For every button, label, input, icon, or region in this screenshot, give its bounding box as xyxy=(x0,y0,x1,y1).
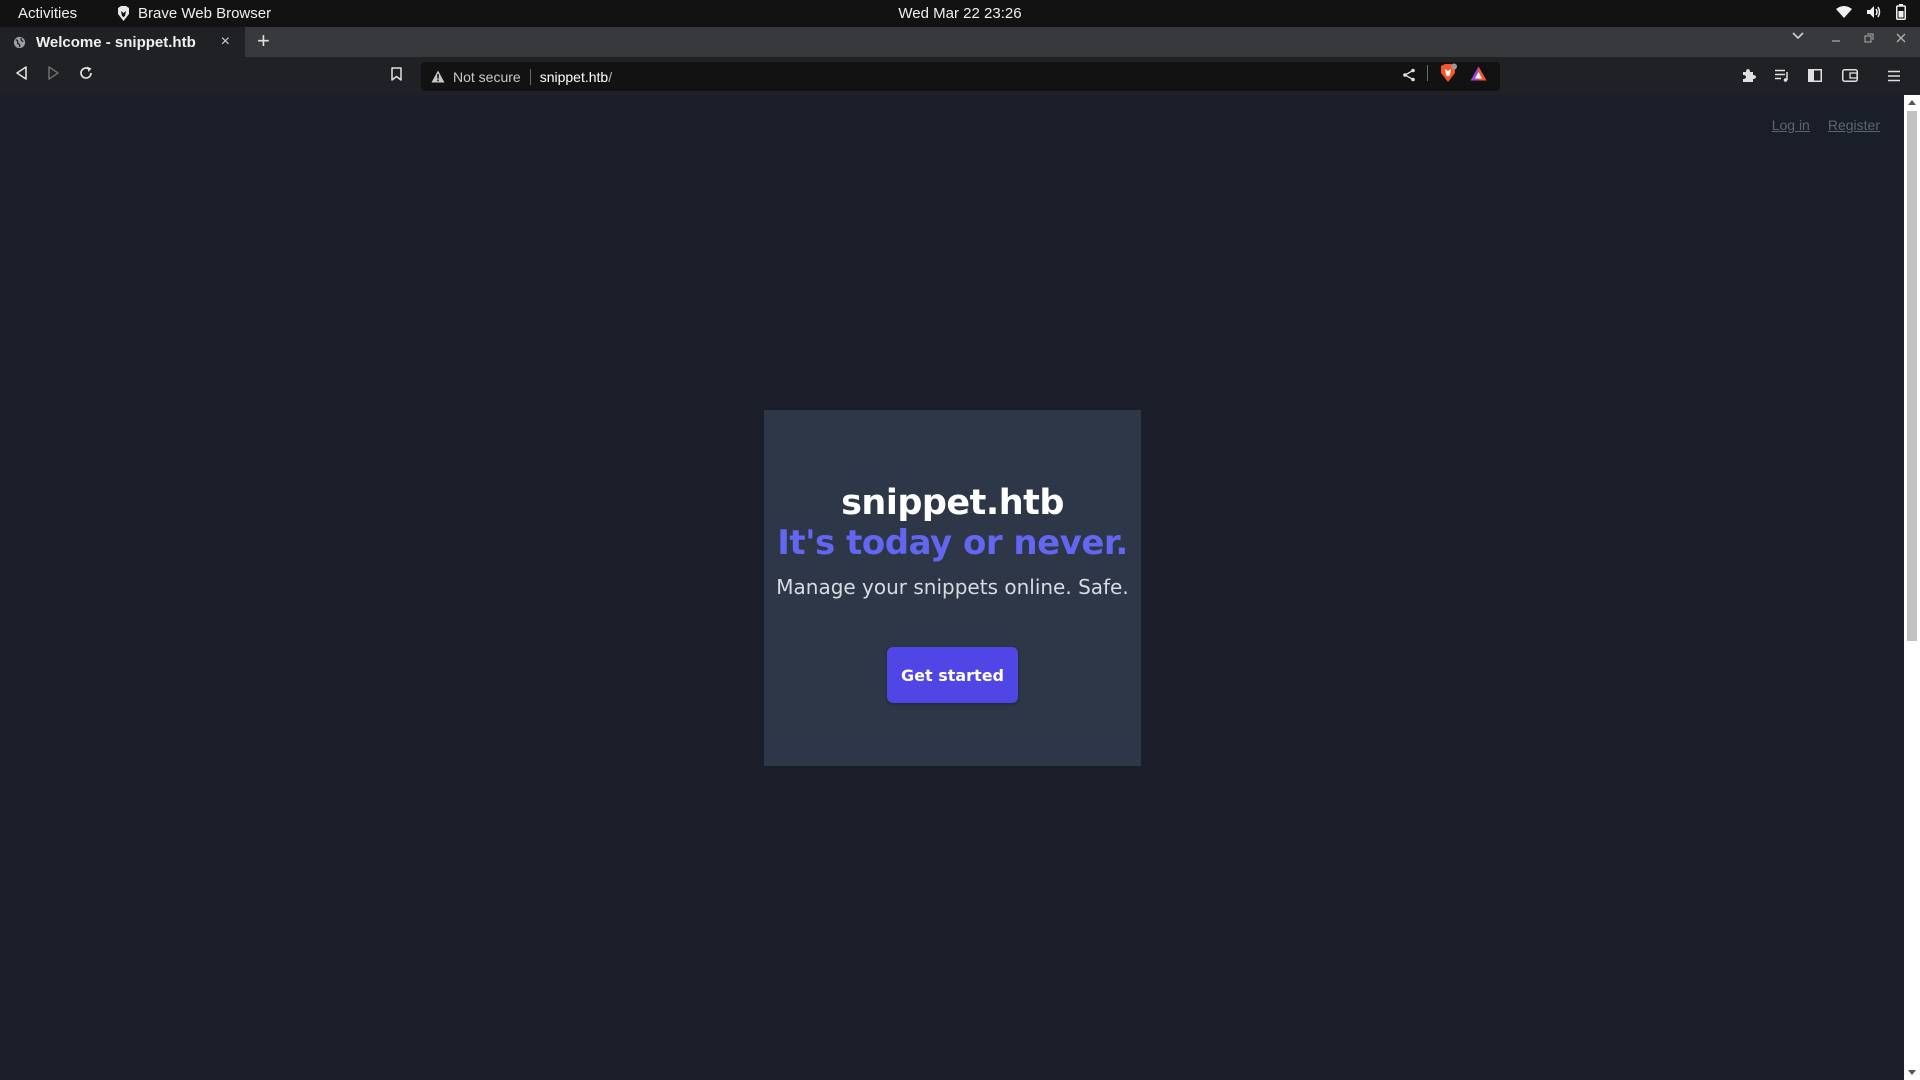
app-menu[interactable]: Brave Web Browser xyxy=(117,5,271,22)
scrollbar-thumb[interactable] xyxy=(1907,111,1917,641)
app-name: Brave Web Browser xyxy=(138,5,272,22)
minimize-button[interactable] xyxy=(1831,33,1841,43)
extensions-icon[interactable] xyxy=(1741,68,1756,83)
url-host: snippet.htb xyxy=(539,68,609,85)
url-text[interactable]: snippet.htb/ xyxy=(540,69,612,85)
hero-subtitle: Manage your snippets online. Safe. xyxy=(776,575,1129,599)
close-icon[interactable] xyxy=(1896,33,1906,43)
volume-icon[interactable] xyxy=(1866,5,1882,19)
bookmark-icon[interactable] xyxy=(391,67,402,81)
tab-strip: Welcome - snippet.htb × + xyxy=(0,27,1920,57)
page-viewport: Log in Register snippet.htb It's today o… xyxy=(0,95,1904,1080)
restore-icon[interactable] xyxy=(1864,33,1874,43)
brave-shields-icon[interactable] xyxy=(1438,63,1458,83)
browser-toolbar: Not secure snippet.htb/ xyxy=(0,57,1920,95)
wifi-icon[interactable] xyxy=(1836,5,1852,19)
login-link[interactable]: Log in xyxy=(1772,117,1810,133)
omnibox-actions xyxy=(1402,63,1487,83)
scroll-up-icon[interactable] xyxy=(1908,99,1916,107)
wallet-icon[interactable] xyxy=(1842,69,1858,82)
register-link[interactable]: Register xyxy=(1828,117,1880,133)
activities-button[interactable]: Activities xyxy=(18,5,77,22)
playlist-icon[interactable] xyxy=(1774,69,1790,82)
restore-button[interactable] xyxy=(1864,33,1874,43)
close-window-button[interactable] xyxy=(1896,33,1906,43)
battery-icon[interactable] xyxy=(1896,4,1906,20)
hero-card: snippet.htb It's today or never. Manage … xyxy=(764,410,1141,766)
system-tray[interactable] xyxy=(1836,4,1906,20)
tab-welcome[interactable]: Welcome - snippet.htb × xyxy=(0,27,245,57)
tab-title: Welcome - snippet.htb xyxy=(36,33,196,51)
toolbar-right-actions xyxy=(1741,68,1901,83)
minimize-icon[interactable] xyxy=(1831,33,1841,43)
reload-icon[interactable] xyxy=(79,66,93,80)
brave-lion-icon xyxy=(118,6,129,21)
auth-nav: Log in Register xyxy=(1772,117,1880,133)
address-separator xyxy=(529,68,531,85)
forward-icon[interactable] xyxy=(47,66,60,80)
security-label[interactable]: Not secure xyxy=(453,69,521,85)
system-top-bar: Activities Brave Web Browser Wed Mar 22 … xyxy=(0,0,1920,27)
tab-search-button[interactable] xyxy=(1792,32,1804,40)
address-bar[interactable]: Not secure snippet.htb/ xyxy=(421,62,1500,91)
clock[interactable]: Wed Mar 22 23:26 xyxy=(898,5,1021,22)
page-scrollbar[interactable] xyxy=(1904,95,1920,1080)
sidebar-icon[interactable] xyxy=(1808,69,1822,82)
back-icon[interactable] xyxy=(15,66,28,80)
omnibox-divider xyxy=(1427,65,1428,81)
url-path: / xyxy=(608,68,613,85)
hero-tagline: It's today or never. xyxy=(777,523,1128,563)
share-icon[interactable] xyxy=(1402,68,1416,82)
scroll-down-icon[interactable] xyxy=(1908,1068,1916,1076)
globe-icon xyxy=(13,36,26,48)
get-started-button[interactable]: Get started xyxy=(887,647,1018,703)
menu-icon[interactable] xyxy=(1887,70,1901,82)
tab-close-icon[interactable]: × xyxy=(221,33,230,51)
warning-icon[interactable] xyxy=(431,70,445,83)
chevron-down-icon[interactable] xyxy=(1792,32,1804,40)
new-tab-button[interactable]: + xyxy=(257,30,270,52)
brave-rewards-icon[interactable] xyxy=(1470,66,1487,81)
site-name: snippet.htb xyxy=(841,483,1064,523)
